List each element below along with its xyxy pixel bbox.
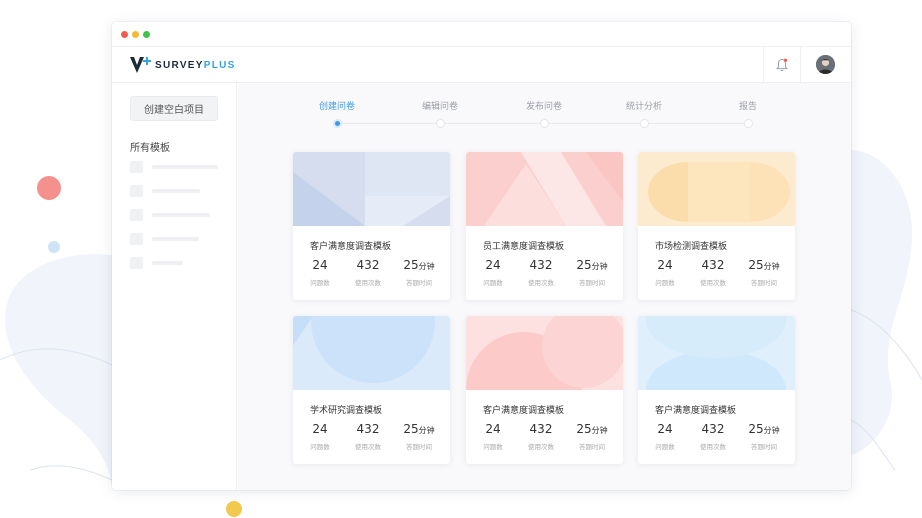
card-cover-image [466, 152, 623, 226]
main-content: 创建问卷 编辑问卷 发布问卷 统计分析 报告 客户满意度调查模板 24 问题数 4… [238, 83, 851, 490]
card-title: 市场检测调查模板 [655, 242, 728, 252]
close-window-button[interactable] [121, 31, 128, 38]
card-cover-image [638, 152, 795, 226]
usage-count: 432 [356, 422, 380, 436]
card-title: 员工满意度调查模板 [483, 242, 565, 252]
answer-time-label: 答题时间 [579, 279, 605, 287]
answer-time: 25分钟 [748, 422, 780, 436]
template-card[interactable]: 员工满意度调查模板 24 问题数 432 使用次数 25分钟答题时间 [466, 152, 623, 300]
bell-icon [776, 58, 788, 72]
answer-time-label: 答题时间 [406, 443, 432, 451]
question-count-label: 问题数 [655, 279, 675, 287]
step-report[interactable]: 报告 [708, 99, 788, 112]
answer-time: 25分钟 [403, 258, 435, 272]
usage-count: 432 [356, 258, 380, 272]
step-indicator [540, 119, 549, 128]
question-count: 24 [312, 422, 328, 436]
answer-time: 25分钟 [576, 422, 608, 436]
minimize-window-button[interactable] [132, 31, 139, 38]
step-indicator [436, 119, 445, 128]
step-analysis[interactable]: 统计分析 [604, 99, 684, 112]
step-edit[interactable]: 编辑问卷 [400, 99, 480, 112]
template-card[interactable]: 学术研究调查模板 24 问题数 432 使用次数 25分钟答题时间 [293, 316, 450, 464]
app-header: SURVEYPLUS [112, 47, 851, 83]
usage-count-label: 使用次数 [528, 279, 554, 287]
question-count: 24 [312, 258, 328, 272]
maximize-window-button[interactable] [143, 31, 150, 38]
card-cover-image [293, 316, 450, 390]
template-card[interactable]: 客户满意度调查模板 24 问题数 432 使用次数 25分钟答题时间 [638, 316, 795, 464]
step-publish[interactable]: 发布问卷 [504, 99, 584, 112]
usage-count: 432 [701, 422, 725, 436]
logo-icon [130, 57, 151, 73]
question-count: 24 [485, 422, 501, 436]
user-avatar[interactable] [816, 55, 835, 74]
decor-yellow-dot [226, 501, 242, 517]
usage-count: 432 [529, 258, 553, 272]
notification-button[interactable] [763, 47, 801, 83]
answer-time: 25分钟 [748, 258, 780, 272]
template-category-placeholder[interactable] [130, 257, 220, 269]
answer-time: 25分钟 [403, 422, 435, 436]
answer-time-label: 答题时间 [406, 279, 432, 287]
question-count-label: 问题数 [310, 443, 330, 451]
progress-steps: 创建问卷 编辑问卷 发布问卷 统计分析 报告 [238, 83, 851, 133]
answer-time-label: 答题时间 [751, 279, 777, 287]
usage-count-label: 使用次数 [700, 443, 726, 451]
question-count-label: 问题数 [483, 279, 503, 287]
app-window: SURVEYPLUS 创建空白项目 所有模板 创建问卷 编辑问卷 发布问卷 统计… [112, 22, 851, 490]
usage-count-label: 使用次数 [355, 443, 381, 451]
answer-time: 25分钟 [576, 258, 608, 272]
template-category-placeholder[interactable] [130, 233, 220, 245]
card-cover-image [638, 316, 795, 390]
card-title: 学术研究调查模板 [310, 406, 383, 416]
template-category-placeholder[interactable] [130, 209, 220, 221]
decor-red-dot [37, 176, 61, 200]
template-category-placeholder[interactable] [130, 161, 220, 173]
title-bar [112, 22, 851, 47]
card-title: 客户满意度调查模板 [655, 406, 737, 416]
question-count: 24 [485, 258, 501, 272]
question-count: 24 [657, 258, 673, 272]
step-indicator-active [333, 119, 342, 128]
card-title: 客户满意度调查模板 [310, 242, 392, 252]
answer-time-label: 答题时间 [751, 443, 777, 451]
logo-wordmark: SURVEYPLUS [155, 59, 236, 71]
decor-blue-dot [48, 241, 60, 253]
usage-count: 432 [701, 258, 725, 272]
user-avatar-icon [816, 55, 835, 74]
card-cover-image [466, 316, 623, 390]
surveyplus-logo[interactable]: SURVEYPLUS [130, 56, 236, 74]
template-card[interactable]: 市场检测调查模板 24 问题数 432 使用次数 25分钟答题时间 [638, 152, 795, 300]
template-card[interactable]: 客户满意度调查模板 24 问题数 432 使用次数 25分钟答题时间 [466, 316, 623, 464]
card-title: 客户满意度调查模板 [483, 406, 565, 416]
usage-count-label: 使用次数 [528, 443, 554, 451]
question-count-label: 问题数 [483, 443, 503, 451]
step-indicator [744, 119, 753, 128]
usage-count-label: 使用次数 [700, 279, 726, 287]
answer-time-label: 答题时间 [579, 443, 605, 451]
question-count-label: 问题数 [655, 443, 675, 451]
card-cover-image [293, 152, 450, 226]
sidebar: 创建空白项目 所有模板 [112, 83, 237, 490]
create-blank-project-button[interactable]: 创建空白项目 [130, 96, 218, 121]
question-count: 24 [657, 422, 673, 436]
all-templates-title: 所有模板 [130, 143, 170, 154]
step-indicator [640, 119, 649, 128]
step-create[interactable]: 创建问卷 [297, 99, 377, 112]
template-category-placeholder[interactable] [130, 185, 220, 197]
usage-count: 432 [529, 422, 553, 436]
usage-count-label: 使用次数 [355, 279, 381, 287]
question-count-label: 问题数 [310, 279, 330, 287]
template-card[interactable]: 客户满意度调查模板 24 问题数 432 使用次数 25分钟答题时间 [293, 152, 450, 300]
